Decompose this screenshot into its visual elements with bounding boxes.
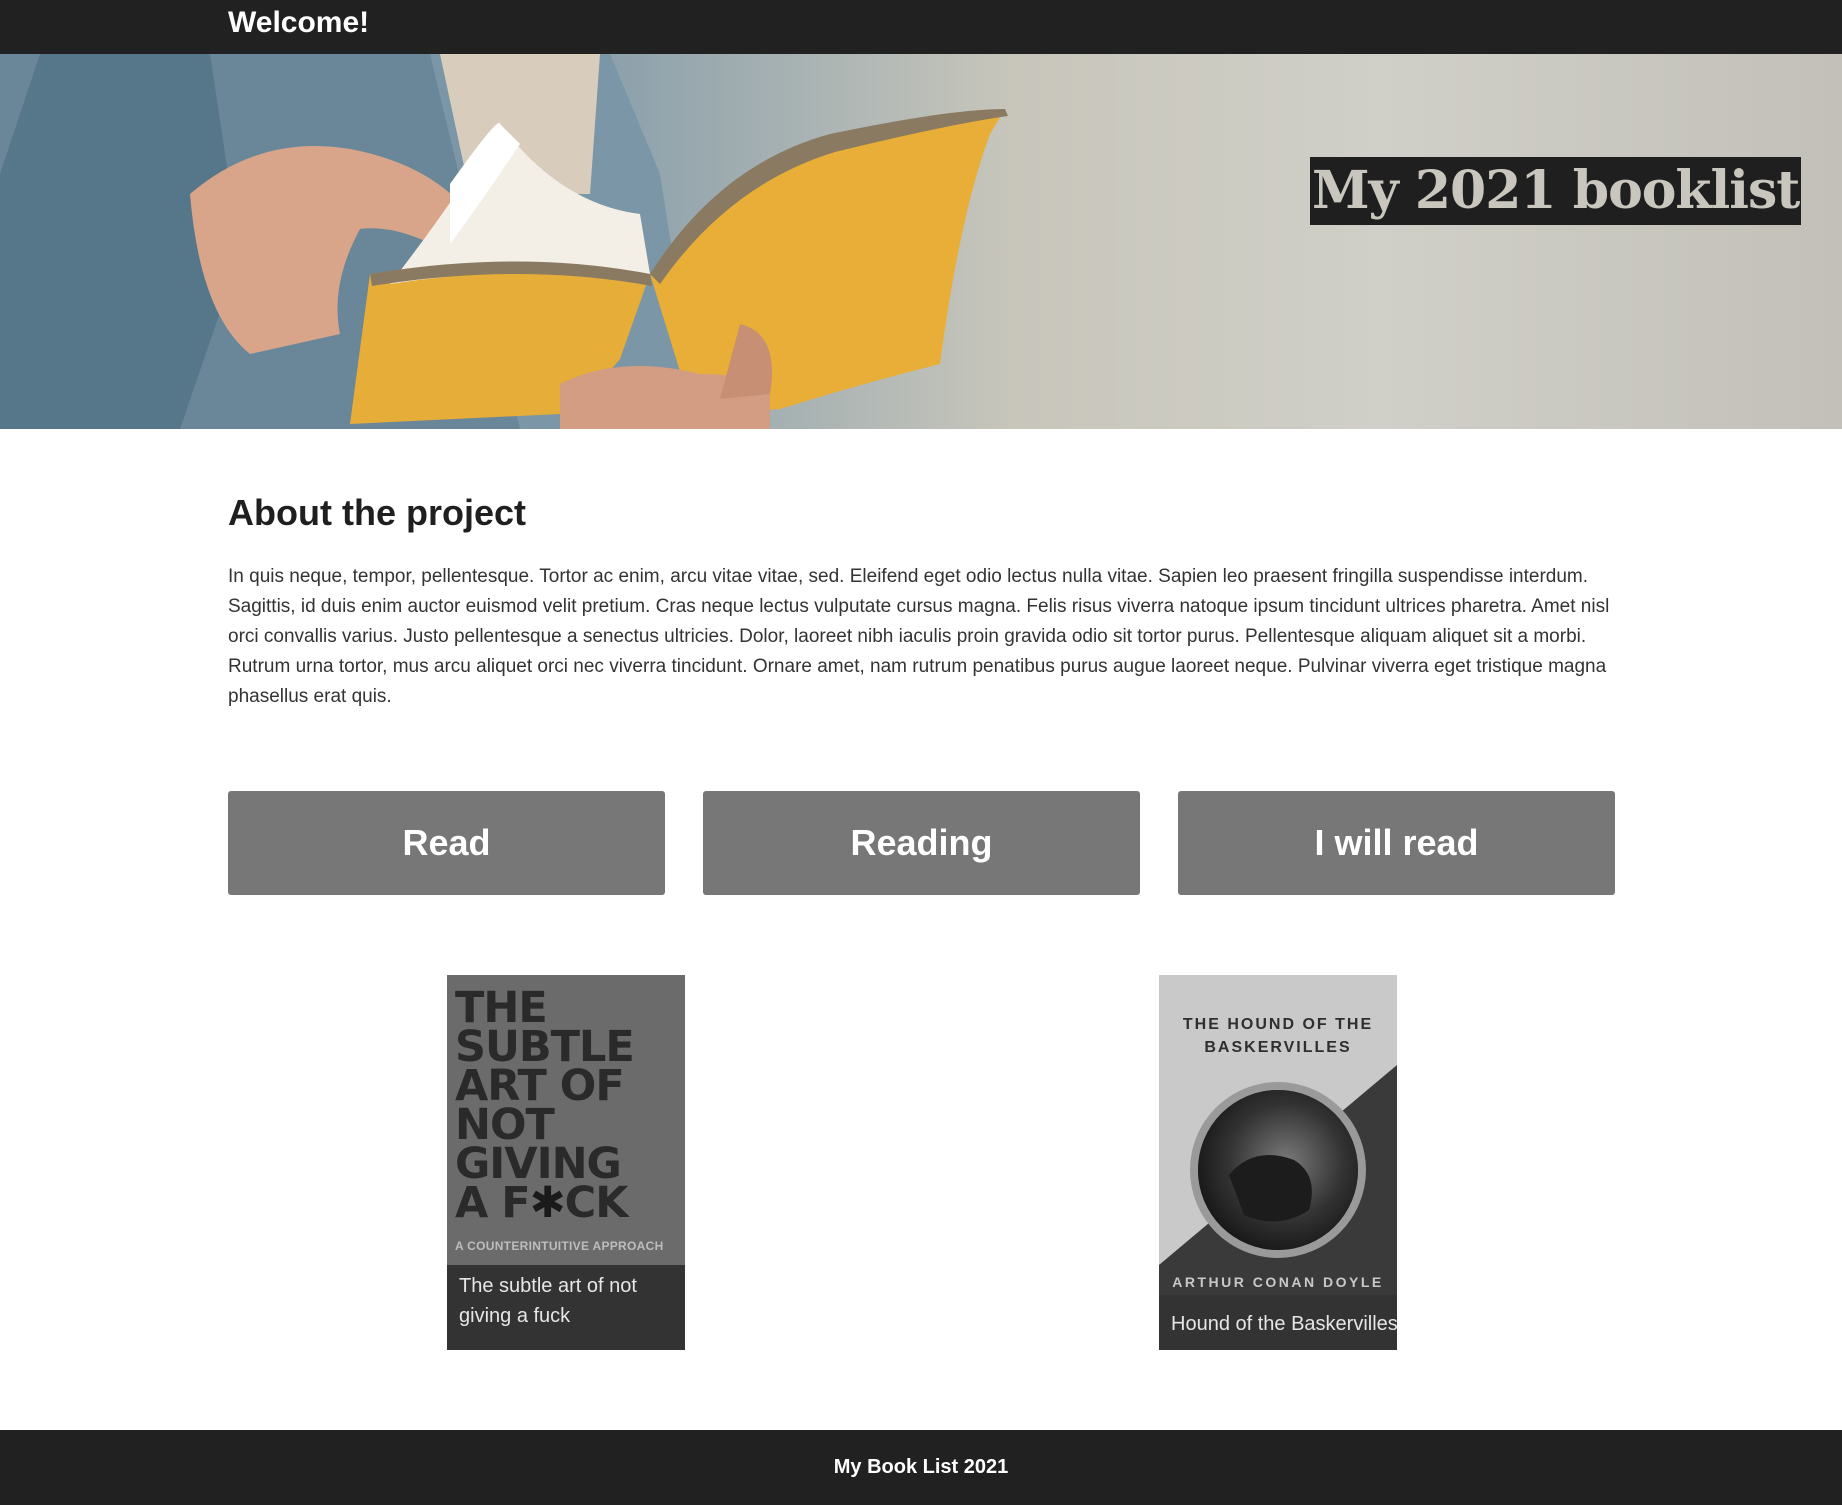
welcome-text: Welcome!	[228, 6, 370, 39]
book-title: Hound of the Baskervilles	[1159, 1295, 1397, 1350]
book-cover-subtitle: A COUNTERINTUITIVE APPROACH	[455, 1239, 664, 1253]
hero-banner: My 2021 booklist	[0, 54, 1842, 429]
top-bar: Welcome!	[0, 0, 1842, 54]
book-cover-title: THE SUBTLE ART OF NOT GIVING A F✱CK	[455, 983, 635, 1228]
tab-reading[interactable]: Reading	[703, 791, 1140, 895]
footer: My Book List 2021	[0, 1430, 1842, 1505]
book-card[interactable]: THE HOUND OF THE BASKERVILLES ARTHUR CONA…	[1159, 975, 1397, 1350]
about-heading: About the project	[228, 492, 526, 533]
book-cover-author: ARTHUR CONAN DOYLE	[1172, 1274, 1384, 1290]
tab-read[interactable]: Read	[228, 791, 665, 895]
hero-photo	[0, 54, 1008, 429]
footer-text: My Book List 2021	[833, 1456, 1009, 1478]
book-cover-title: THE HOUND OF THE BASKERVILLES	[1182, 1016, 1374, 1056]
about-section: About the project In quis neque, tempor,…	[228, 492, 1618, 712]
tab-will-read[interactable]: I will read	[1178, 791, 1615, 895]
page-title: My 2021 booklist	[1310, 157, 1802, 225]
book-title: The subtle art of not giving a fuck	[447, 1265, 685, 1350]
book-card[interactable]: THE SUBTLE ART OF NOT GIVING A F✱CK A COUNTER…	[447, 975, 685, 1350]
about-body: In quis neque, tempor, pellentesque. Tor…	[228, 566, 1610, 707]
